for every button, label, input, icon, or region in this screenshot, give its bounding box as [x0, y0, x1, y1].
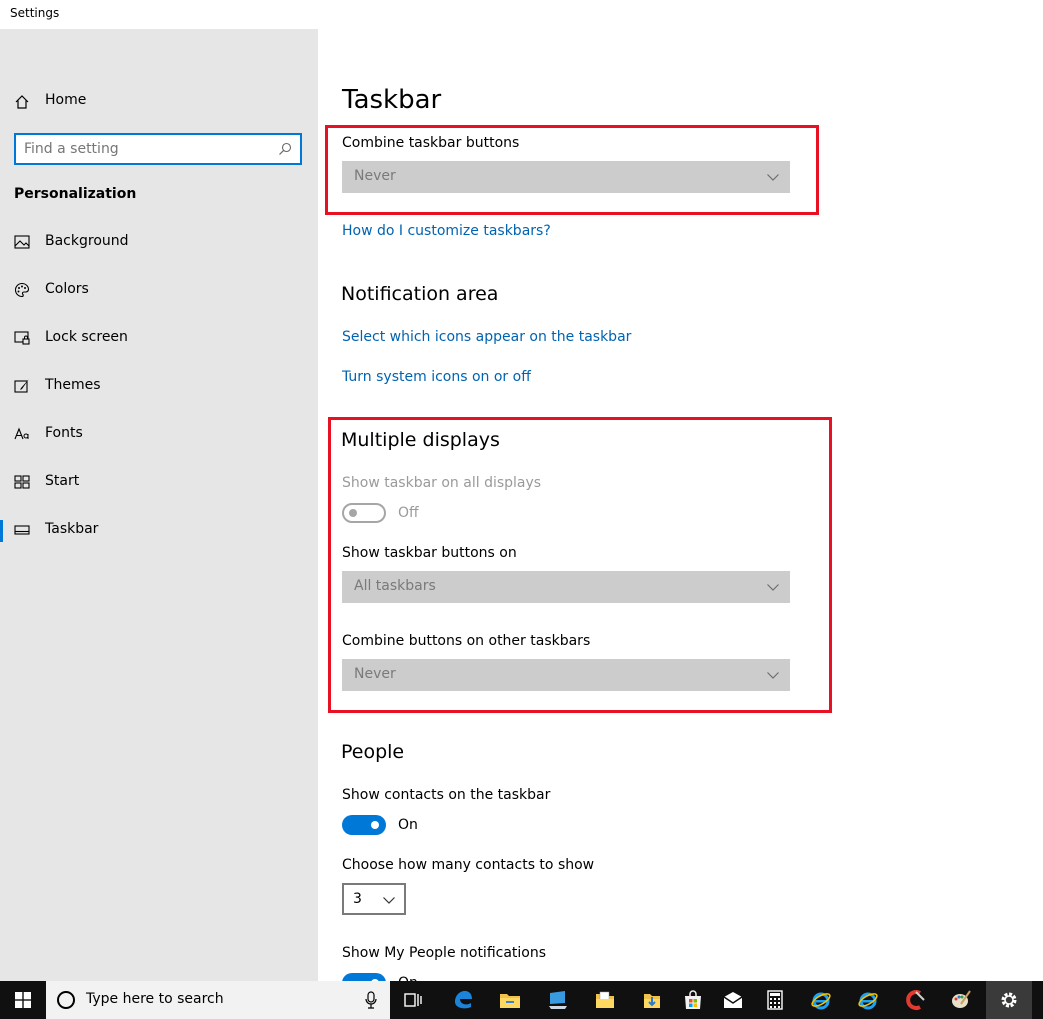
dropdown-value: Never [354, 666, 396, 682]
palette-icon [14, 282, 30, 298]
ie-icon [858, 992, 878, 1010]
picture-icon [14, 235, 30, 249]
sidebar-item-label: Background [45, 233, 129, 249]
font-icon [14, 427, 29, 440]
task-view-icon [404, 993, 422, 1007]
taskbar-file-explorer[interactable] [487, 981, 534, 1019]
store-icon [685, 990, 701, 1009]
toggle-state-text: On [398, 817, 418, 833]
taskbar-folder[interactable] [582, 981, 629, 1019]
search-icon [279, 142, 292, 155]
page-title: Taskbar [342, 85, 442, 115]
brush-icon [14, 379, 29, 393]
taskbar-downloads[interactable] [629, 981, 676, 1019]
cortana-icon [57, 991, 75, 1009]
dropdown-value: Never [354, 168, 396, 184]
notification-area-heading: Notification area [341, 283, 499, 305]
combine-taskbar-buttons-dropdown[interactable]: Never [342, 161, 790, 193]
sidebar-home[interactable]: Home [0, 87, 318, 117]
window-title-bar: Settings [0, 0, 1043, 29]
system-icons-link[interactable]: Turn system icons on or off [342, 369, 531, 385]
sidebar-item-start[interactable]: Start [0, 464, 318, 500]
sidebar-home-label: Home [45, 92, 87, 108]
combine-other-taskbars-dropdown[interactable]: Never [342, 659, 790, 691]
multiple-displays-heading: Multiple displays [341, 429, 500, 451]
chevron-down-icon [383, 897, 395, 904]
section-personalization: Personalization [14, 186, 137, 202]
task-view-button[interactable] [390, 981, 437, 1019]
chevron-down-icon [767, 174, 779, 181]
search-box[interactable] [14, 133, 302, 165]
sidebar-item-taskbar[interactable]: Taskbar [0, 512, 318, 548]
ie-icon [811, 992, 831, 1010]
combine-other-taskbars-label: Combine buttons on other taskbars [342, 633, 591, 649]
sidebar-item-label: Lock screen [45, 329, 128, 345]
calculator-icon [767, 990, 783, 1010]
my-people-notifications-label: Show My People notifications [342, 945, 547, 961]
show-contacts-toggle[interactable] [342, 815, 386, 835]
chevron-down-icon [767, 672, 779, 679]
sidebar-item-label: Colors [45, 281, 89, 297]
show-taskbar-buttons-on-dropdown[interactable]: All taskbars [342, 571, 790, 603]
sidebar-item-label: Themes [45, 377, 101, 393]
main-content: Taskbar Combine taskbar buttons Never Ho… [318, 29, 1043, 981]
taskbar-this-pc[interactable] [535, 981, 582, 1019]
show-taskbar-all-displays-toggle[interactable] [342, 503, 386, 523]
taskbar-search-text: Type here to search [86, 991, 224, 1007]
chevron-down-icon [767, 584, 779, 591]
sidebar-item-background[interactable]: Background [0, 224, 318, 260]
sidebar-item-label: Start [45, 473, 80, 489]
paint-icon [952, 990, 971, 1008]
settings-gear-icon [1001, 992, 1017, 1008]
window-title: Settings [10, 6, 60, 20]
home-icon [15, 95, 29, 109]
sidebar: Home Personalization Background Colors L… [0, 29, 318, 981]
windows-logo-icon [15, 992, 31, 1008]
sidebar-item-themes[interactable]: Themes [0, 368, 318, 404]
download-folder-icon [644, 994, 660, 1008]
search-input[interactable] [24, 140, 274, 158]
sidebar-item-label: Fonts [45, 425, 83, 441]
toggle-state-text: Off [398, 505, 419, 521]
show-taskbar-all-displays-label: Show taskbar on all displays [342, 475, 542, 491]
taskbar-paint[interactable] [938, 981, 985, 1019]
ccleaner-icon [906, 990, 925, 1010]
dropdown-value: All taskbars [354, 578, 436, 594]
show-contacts-label: Show contacts on the taskbar [342, 787, 551, 803]
select-icons-link[interactable]: Select which icons appear on the taskbar [342, 329, 631, 345]
taskbar-settings[interactable] [986, 981, 1032, 1019]
mail-icon [723, 992, 743, 1008]
my-people-notifications-toggle[interactable] [342, 973, 386, 981]
sidebar-item-label: Taskbar [45, 521, 99, 537]
windows-taskbar: Type here to search [0, 981, 1043, 1019]
taskbar-search-box[interactable]: Type here to search [46, 981, 390, 1019]
customize-taskbars-link[interactable]: How do I customize taskbars? [342, 223, 551, 239]
people-heading: People [341, 741, 405, 763]
taskbar-internet-explorer[interactable] [798, 981, 845, 1019]
edge-icon [455, 991, 472, 1009]
contacts-count-label: Choose how many contacts to show [342, 857, 595, 873]
contacts-count-dropdown[interactable]: 3 [342, 883, 406, 915]
microphone-icon[interactable] [364, 991, 378, 1009]
show-taskbar-buttons-on-label: Show taskbar buttons on [342, 545, 517, 561]
dropdown-value: 3 [353, 891, 362, 907]
lock-screen-icon [14, 331, 30, 345]
file-explorer-icon [500, 994, 520, 1008]
taskbar-edge[interactable] [440, 981, 487, 1019]
taskbar-calculator[interactable] [752, 981, 799, 1019]
sidebar-item-colors[interactable]: Colors [0, 272, 318, 308]
combine-taskbar-buttons-label: Combine taskbar buttons [342, 135, 520, 151]
folder-icon [596, 991, 614, 1008]
start-tiles-icon [14, 475, 30, 489]
toggle-knob [371, 821, 379, 829]
toggle-knob [349, 509, 357, 517]
sidebar-item-lock-screen[interactable]: Lock screen [0, 320, 318, 356]
taskbar-ccleaner[interactable] [892, 981, 939, 1019]
computer-icon [549, 991, 567, 1009]
taskbar-mail[interactable] [710, 981, 757, 1019]
sidebar-item-fonts[interactable]: Fonts [0, 416, 318, 452]
taskbar-internet-explorer-2[interactable] [845, 981, 892, 1019]
taskbar-icon [14, 525, 30, 535]
start-button[interactable] [0, 981, 46, 1019]
